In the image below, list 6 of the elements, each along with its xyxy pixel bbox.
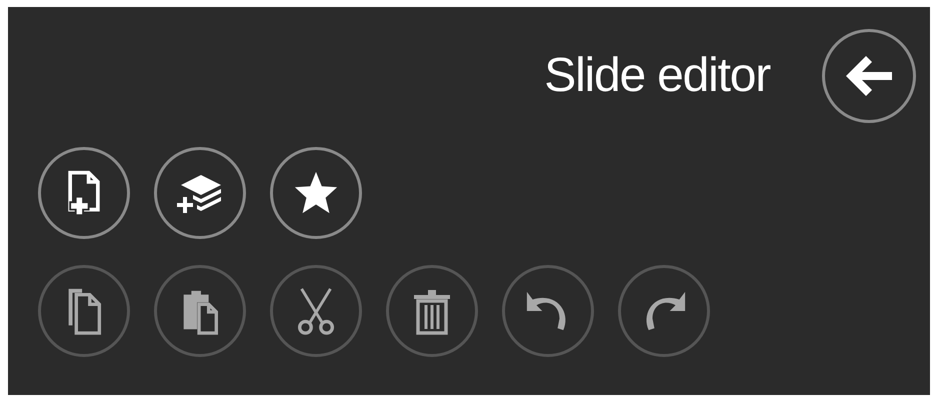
star-button[interactable]	[270, 147, 362, 239]
new-slide-button[interactable]	[38, 147, 130, 239]
back-button[interactable]	[822, 29, 916, 123]
back-arrow-icon	[844, 54, 894, 98]
page-title: Slide editor	[544, 52, 770, 100]
layers-add-button[interactable]	[154, 147, 246, 239]
